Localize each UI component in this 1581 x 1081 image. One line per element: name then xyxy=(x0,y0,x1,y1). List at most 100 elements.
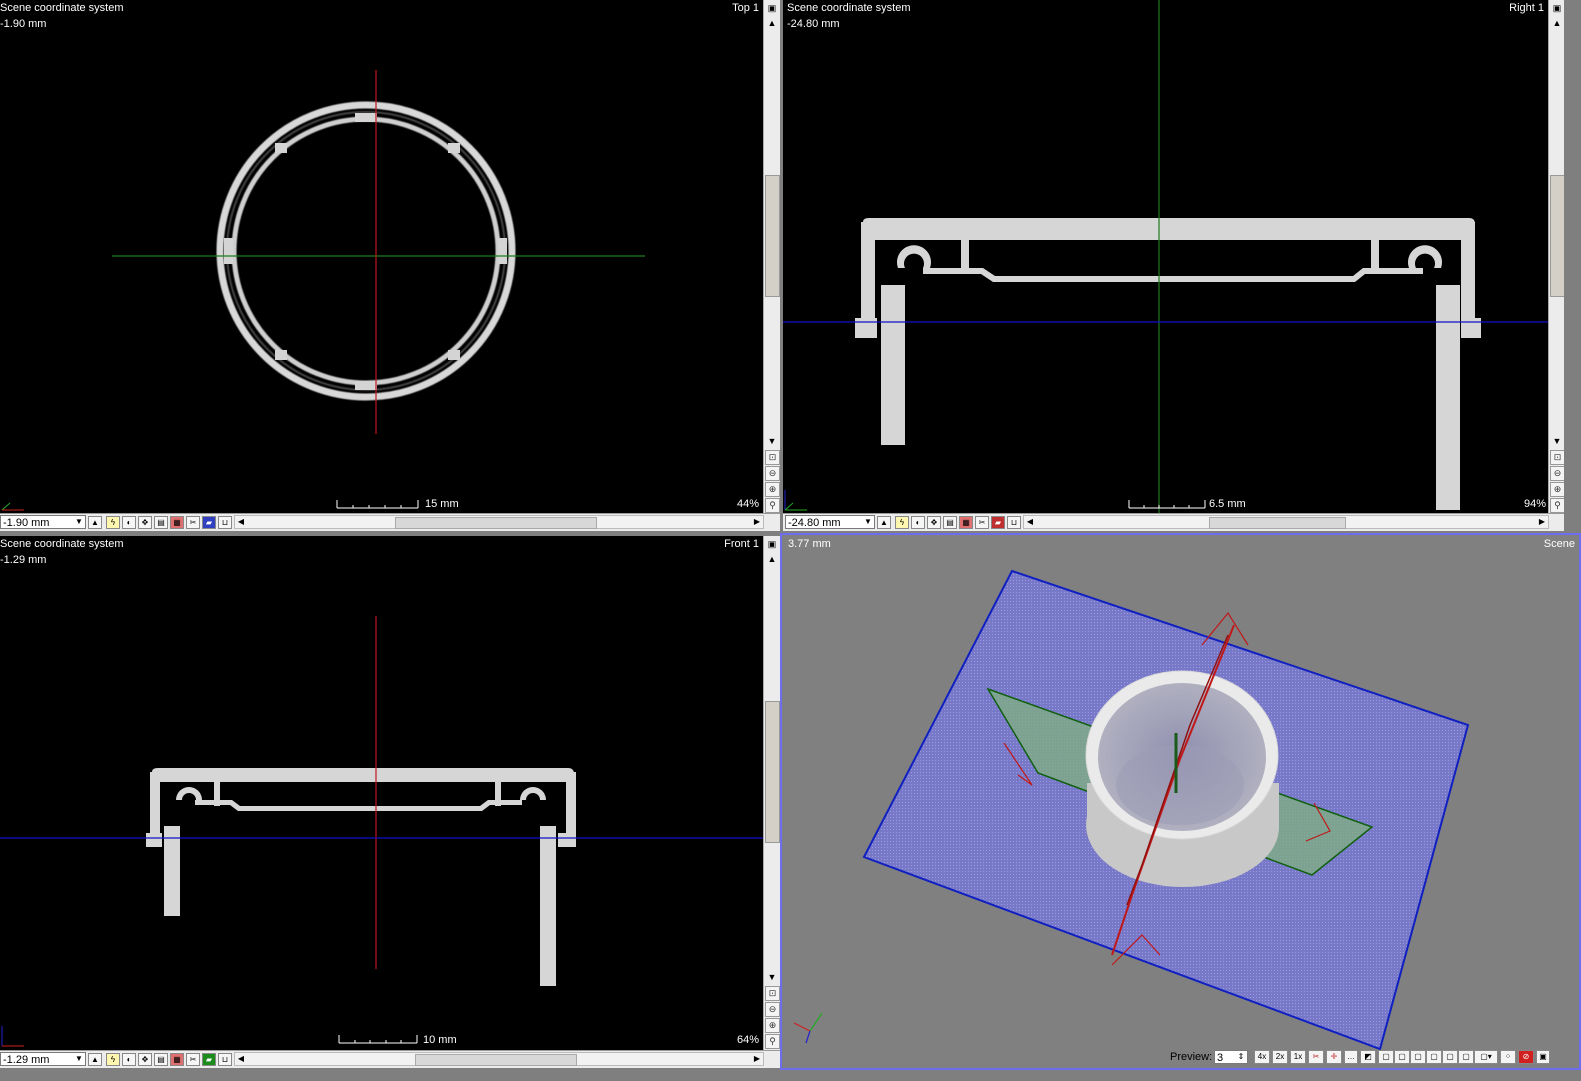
right-depth-combo[interactable]: -24.80 mm ▼ xyxy=(785,515,875,529)
lightning-icon[interactable]: ϟ xyxy=(106,516,120,529)
view-bottom-icon[interactable]: ▢ xyxy=(1458,1050,1474,1064)
preview-spinbox[interactable]: 3 ⇕ xyxy=(1214,1050,1248,1064)
lightning-icon[interactable]: ϟ xyxy=(106,1053,120,1066)
front-vertical-scrollbar[interactable]: ▣ ▲ ▼ ⊡ ⊖ ⊕ ⚲ xyxy=(763,536,780,1050)
viewport-top[interactable]: Scene coordinate system -1.90 mm Top 1 1… xyxy=(0,0,780,531)
arrow-up-icon[interactable]: ▲ xyxy=(88,516,102,529)
zoom-out-icon[interactable]: ⊖ xyxy=(1550,466,1564,481)
maximize-icon[interactable]: ▣ xyxy=(1536,1050,1550,1064)
right-view-image xyxy=(783,0,1548,513)
view-left-icon[interactable]: ▢ xyxy=(1410,1050,1426,1064)
arrow-up-icon[interactable]: ▲ xyxy=(1550,16,1564,30)
ruler-icon[interactable]: ⊔ xyxy=(218,516,232,529)
viewport-scene[interactable]: 3.77 mm Scene Preview: 3 ⇕ 4x 2x 1x ✂ ✛ … xyxy=(780,533,1581,1070)
arrow-up-icon[interactable]: ▲ xyxy=(765,552,779,566)
zoom-2x-button[interactable]: 2x xyxy=(1272,1050,1288,1064)
view-front-icon[interactable]: ▢ xyxy=(1378,1050,1394,1064)
zoom-fit-icon[interactable]: ⊡ xyxy=(765,986,780,1001)
maximize-icon[interactable]: ▣ xyxy=(765,537,779,551)
zoom-out-icon[interactable]: ⊖ xyxy=(765,1002,780,1017)
ruler-icon[interactable]: ⊔ xyxy=(218,1053,232,1066)
right-horizontal-scrollbar[interactable]: ◀ ▶ xyxy=(1023,515,1549,529)
scissors-icon[interactable]: ✂ xyxy=(186,1053,200,1066)
zoom-in-icon[interactable]: ⊕ xyxy=(765,482,780,497)
zoom-4x-button[interactable]: 4x xyxy=(1254,1050,1270,1064)
top-vertical-scrollbar[interactable]: ▣ ▲ ▼ ⊡ ⊖ ⊕ ⚲ xyxy=(763,0,780,513)
viewport-right[interactable]: Scene coordinate system -24.80 mm Right … xyxy=(783,0,1564,531)
arrow-down-icon[interactable]: ▼ xyxy=(1550,434,1564,448)
front-depth-combo[interactable]: -1.29 mm ▼ xyxy=(0,1052,86,1066)
arrow-up-icon[interactable]: ▲ xyxy=(88,1053,102,1066)
front-hscroll-thumb[interactable] xyxy=(415,1054,577,1066)
zoom-in-icon[interactable]: ⊕ xyxy=(765,1018,780,1033)
magnifier-icon[interactable]: ⚲ xyxy=(765,498,780,513)
ruler-icon[interactable]: ⊔ xyxy=(1007,516,1021,529)
color-map-icon[interactable]: ▦ xyxy=(170,1053,184,1066)
zoom-out-icon[interactable]: ⊖ xyxy=(765,466,780,481)
viewport-front[interactable]: Scene coordinate system -1.29 mm Front 1… xyxy=(0,536,780,1068)
view-iso-icon[interactable]: ▢▾ xyxy=(1474,1050,1498,1064)
color-map-icon[interactable]: ▦ xyxy=(170,516,184,529)
lightning-icon[interactable]: ϟ xyxy=(895,516,909,529)
camera-icon[interactable]: ◩ xyxy=(1360,1050,1376,1064)
zoom-in-icon[interactable]: ⊕ xyxy=(1550,482,1564,497)
view-top-icon[interactable]: ▢ xyxy=(1442,1050,1458,1064)
zoom-1x-button[interactable]: 1x xyxy=(1290,1050,1306,1064)
grid-icon[interactable]: ⁘ xyxy=(1500,1050,1516,1064)
navigate-icon[interactable]: ✥ xyxy=(138,516,152,529)
navigate-icon[interactable]: ✥ xyxy=(927,516,941,529)
maximize-icon[interactable]: ▣ xyxy=(1550,1,1564,15)
chevron-down-icon[interactable]: ▼ xyxy=(73,1053,85,1065)
right-view-canvas[interactable]: Scene coordinate system -24.80 mm Right … xyxy=(783,0,1548,513)
scissors-icon[interactable]: ✂ xyxy=(186,516,200,529)
arrow-right-icon[interactable]: ▶ xyxy=(1536,516,1548,528)
magnifier-icon[interactable]: ⚲ xyxy=(765,1034,780,1049)
scissors-icon[interactable]: ✂ xyxy=(975,516,989,529)
top-view-canvas[interactable]: Scene coordinate system -1.90 mm Top 1 1… xyxy=(0,0,763,513)
plane-icon[interactable]: ▰ xyxy=(202,516,216,529)
layout-icon[interactable]: ▤ xyxy=(154,1053,168,1066)
more-icon[interactable]: … xyxy=(1344,1050,1358,1064)
plane-icon[interactable]: ▰ xyxy=(202,1053,216,1066)
front-horizontal-scrollbar[interactable]: ◀ ▶ xyxy=(234,1052,764,1066)
view-right-icon[interactable]: ▢ xyxy=(1426,1050,1442,1064)
right-vertical-scrollbar[interactable]: ▣ ▲ ▼ ⊡ ⊖ ⊕ ⚲ xyxy=(1548,0,1564,513)
front-view-canvas[interactable]: Scene coordinate system -1.29 mm Front 1… xyxy=(0,536,763,1050)
opacity-icon[interactable]: ◐ xyxy=(122,516,136,529)
plane-icon[interactable]: ▰ xyxy=(991,516,1005,529)
opacity-icon[interactable]: ◐ xyxy=(911,516,925,529)
opacity-icon[interactable]: ◐ xyxy=(122,1053,136,1066)
arrow-left-icon[interactable]: ◀ xyxy=(1024,516,1036,528)
arrow-down-icon[interactable]: ▼ xyxy=(765,434,779,448)
stop-icon[interactable]: ⊘ xyxy=(1518,1050,1534,1064)
chevron-down-icon[interactable]: ▼ xyxy=(73,516,85,528)
clip-icon[interactable]: ✂ xyxy=(1308,1050,1324,1064)
magnifier-icon[interactable]: ⚲ xyxy=(1550,498,1564,513)
crosshair-icon[interactable]: ✛ xyxy=(1326,1050,1342,1064)
right-scroll-thumb[interactable] xyxy=(1550,175,1564,297)
layout-icon[interactable]: ▤ xyxy=(154,516,168,529)
arrow-right-icon[interactable]: ▶ xyxy=(751,516,763,528)
arrow-up-icon[interactable]: ▲ xyxy=(877,516,891,529)
layout-icon[interactable]: ▤ xyxy=(943,516,957,529)
front-coordinate-system-label: Scene coordinate system xyxy=(0,538,124,550)
arrow-left-icon[interactable]: ◀ xyxy=(235,516,247,528)
front-scroll-thumb[interactable] xyxy=(765,701,780,843)
maximize-icon[interactable]: ▣ xyxy=(765,1,779,15)
top-horizontal-scrollbar[interactable]: ◀ ▶ xyxy=(234,515,764,529)
zoom-fit-icon[interactable]: ⊡ xyxy=(765,450,780,465)
color-map-icon[interactable]: ▦ xyxy=(959,516,973,529)
arrow-down-icon[interactable]: ▼ xyxy=(765,970,779,984)
top-depth-combo[interactable]: -1.90 mm ▼ xyxy=(0,515,86,529)
view-back-icon[interactable]: ▢ xyxy=(1394,1050,1410,1064)
zoom-fit-icon[interactable]: ⊡ xyxy=(1550,450,1564,465)
spin-icon[interactable]: ⇕ xyxy=(1235,1051,1247,1063)
chevron-down-icon[interactable]: ▼ xyxy=(862,516,874,528)
arrow-up-icon[interactable]: ▲ xyxy=(765,16,779,30)
top-hscroll-thumb[interactable] xyxy=(395,517,597,529)
arrow-left-icon[interactable]: ◀ xyxy=(235,1053,247,1065)
navigate-icon[interactable]: ✥ xyxy=(138,1053,152,1066)
top-scroll-thumb[interactable] xyxy=(765,175,780,297)
arrow-right-icon[interactable]: ▶ xyxy=(751,1053,763,1065)
right-hscroll-thumb[interactable] xyxy=(1209,517,1346,529)
